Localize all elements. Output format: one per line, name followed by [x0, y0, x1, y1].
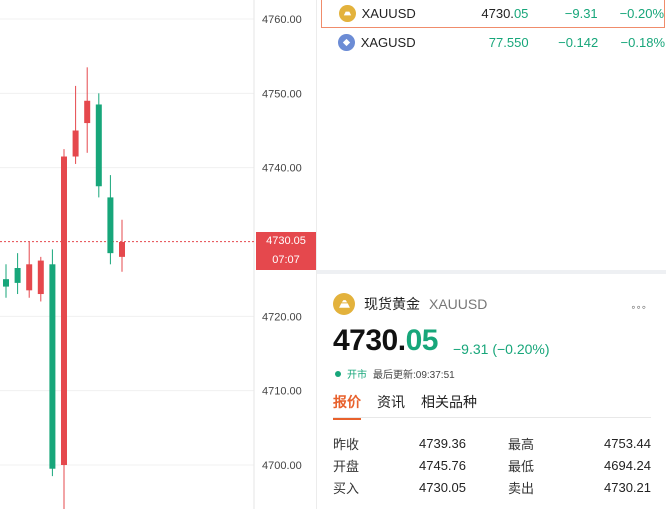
more-options-icon[interactable]: ◦◦◦ — [631, 300, 647, 314]
stat-value: 4730.05 — [419, 479, 466, 495]
candle-body — [26, 264, 33, 291]
watchlist-row-xauusd[interactable]: XAUUSD 4730.05 −9.31 −0.20% — [321, 0, 665, 28]
watchlist-symbol: XAGUSD — [360, 34, 416, 50]
current-price-value: 4730.05 — [266, 235, 306, 247]
tab-underline — [333, 417, 651, 418]
candle-body — [119, 242, 125, 257]
tab-related[interactable]: 相关品种 — [421, 392, 477, 420]
price-axis-label: 4740.00 — [262, 163, 302, 175]
stat-label: 昨收 — [333, 436, 360, 452]
candle-body — [72, 130, 79, 157]
stat-value: 4730.21 — [604, 479, 651, 495]
stat-value: 4753.44 — [604, 435, 651, 451]
tab-news[interactable]: 资讯 — [377, 392, 405, 420]
price-axis-label: 4700.00 — [262, 460, 302, 472]
watchlist-symbol: XAUUSD — [361, 6, 416, 21]
stat-row: 昨收 4739.36 最高 4753.44 — [333, 432, 651, 454]
stat-label: 开盘 — [333, 458, 360, 474]
watchlist-change-pct: −0.18% — [620, 34, 665, 50]
price-axis-label: 4720.00 — [262, 311, 302, 323]
candlestick-chart[interactable]: 4760.00 4750.00 4740.00 4720.00 4710.00 4700.… — [0, 0, 316, 509]
tab-quote[interactable]: 报价 — [333, 392, 361, 420]
market-open-label: 开市 — [347, 370, 367, 381]
market-status: 开市 最后更新:09:37:51 — [335, 366, 455, 381]
instrument-code: XAUUSD — [429, 296, 488, 312]
stat-label: 卖出 — [508, 480, 535, 496]
status-dot-icon — [335, 370, 341, 377]
right-panel: XAUUSD 4730.05 −9.31 −0.20% XAGUSD 77.55… — [316, 0, 666, 509]
candle-body — [37, 260, 44, 295]
watchlist-price: 4730.05 — [481, 6, 529, 21]
stat-row: 买入 4730.05 卖出 4730.21 — [333, 476, 651, 498]
watchlist-price: 77.550 — [488, 34, 529, 50]
price-axis-label: 4760.00 — [262, 14, 302, 26]
watchlist-change-pct: −0.20% — [619, 6, 665, 21]
current-price-tag: 4730.05 07:07 — [256, 232, 316, 270]
detail-price: 4730.05 — [333, 324, 438, 357]
instrument-detail: 现货黄金 XAUUSD ◦◦◦ 4730.05 −9.31 (−0.20%) 开… — [317, 274, 666, 509]
detail-tabs: 报价 资讯 相关品种 — [333, 392, 493, 420]
quote-stats: 昨收 4739.36 最高 4753.44 开盘 4745.76 最低 4694… — [333, 432, 651, 498]
detail-header: 现货黄金 XAUUSD — [333, 293, 487, 315]
watchlist-row-xagusd[interactable]: XAGUSD 77.550 −0.142 −0.18% — [321, 28, 665, 56]
stat-label: 最高 — [508, 436, 535, 452]
stat-row: 开盘 4745.76 最低 4694.24 — [333, 454, 651, 476]
stat-label: 买入 — [333, 480, 360, 496]
watchlist-change: −0.142 — [558, 34, 599, 50]
last-update: 最后更新:09:37:51 — [373, 370, 455, 381]
candle-countdown: 07:07 — [272, 254, 300, 266]
price-axis-label: 4750.00 — [262, 88, 302, 100]
detail-change: −9.31 (−0.20%) — [453, 341, 550, 357]
stat-label: 最低 — [508, 458, 535, 474]
silver-coin-icon — [338, 33, 355, 51]
gold-bar-icon — [333, 293, 355, 315]
stat-value: 4745.76 — [419, 457, 466, 473]
candle-body — [84, 100, 91, 124]
price-axis-label: 4710.00 — [262, 386, 302, 398]
watchlist-change: −9.31 — [564, 6, 598, 21]
candle-body — [14, 268, 21, 283]
candle-body — [49, 264, 56, 469]
instrument-name: 现货黄金 — [364, 296, 420, 312]
candle-body — [3, 279, 9, 287]
candle-body — [95, 104, 102, 187]
candle-body — [107, 197, 114, 254]
stat-value: 4694.24 — [604, 457, 651, 473]
gold-coin-icon — [339, 5, 356, 22]
stat-value: 4739.36 — [419, 435, 466, 451]
candle-body — [61, 156, 67, 465]
